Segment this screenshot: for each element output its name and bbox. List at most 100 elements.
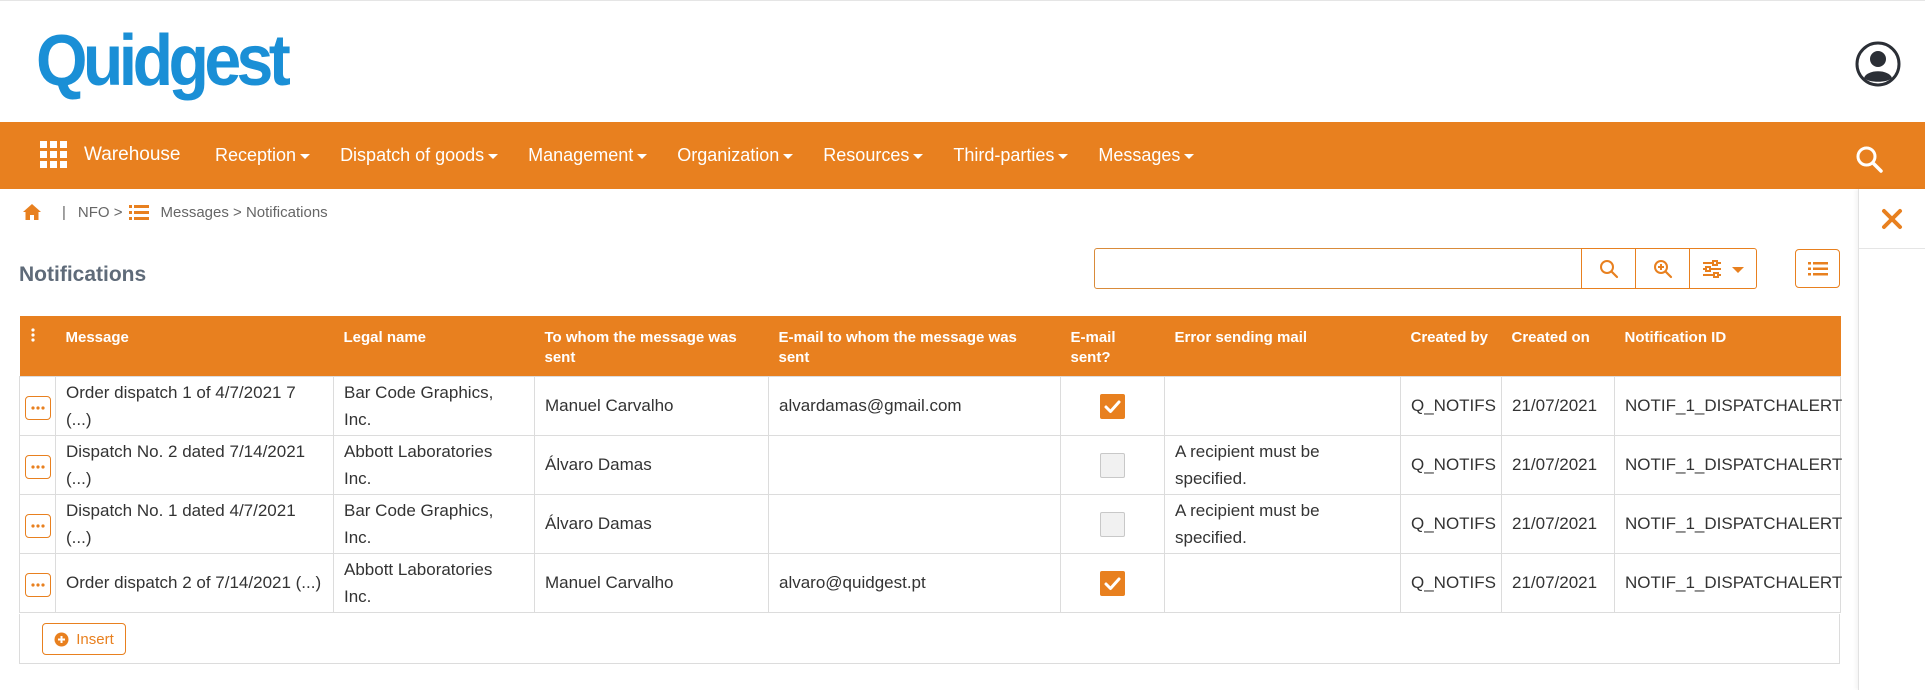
cell-email [768, 493, 1061, 554]
cell-email-sent [1060, 375, 1165, 436]
breadcrumb-module[interactable]: NFO > [78, 204, 123, 221]
cell-legal-name: Abbott Laboratories Inc. [333, 434, 535, 495]
home-icon[interactable] [22, 203, 42, 221]
side-panel [1858, 189, 1925, 690]
sliders-icon [1703, 259, 1721, 278]
cell-message: Order dispatch 1 of 4/7/2021 7 (...) [55, 375, 334, 436]
row-actions-button[interactable] [24, 514, 51, 538]
cell-legal-name: Abbott Laboratories Inc. [333, 552, 535, 613]
nav-item-messages[interactable]: Messages [1098, 145, 1195, 166]
caret-down-icon [1058, 154, 1069, 159]
row-actions-cell [19, 493, 56, 554]
cell-legal-name: Bar Code Graphics, Inc. [333, 375, 535, 436]
row-actions-button[interactable] [24, 455, 51, 479]
cell-to-whom: Manuel Carvalho [534, 552, 769, 613]
breadcrumb-path[interactable]: Messages > Notifications [161, 204, 328, 221]
cell-to-whom: Álvaro Damas [534, 434, 769, 495]
filter-config-button[interactable] [1689, 248, 1757, 289]
check-icon [1104, 577, 1121, 590]
column-header-to-whom[interactable]: To whom the message was sent [534, 316, 769, 376]
row-actions-button[interactable] [24, 396, 51, 420]
column-header-legal-name[interactable]: Legal name [333, 316, 535, 376]
caret-down-icon [300, 154, 311, 159]
advanced-search-button[interactable] [1635, 248, 1690, 289]
cell-email-sent [1060, 434, 1165, 495]
plus-circle-icon [54, 632, 69, 646]
cell-created-on: 21/07/2021 [1501, 493, 1615, 554]
caret-down-icon [637, 154, 648, 159]
cell-email: alvaro@quidgest.pt [768, 552, 1061, 613]
user-avatar-icon[interactable] [1855, 41, 1901, 87]
cell-notification-id: NOTIF_1_DISPATCHALERT [1614, 493, 1842, 554]
list-view-button[interactable] [1795, 249, 1840, 288]
quidgest-logo[interactable]: Quidgest [36, 25, 291, 97]
nav-item-third-parties[interactable]: Third-parties [953, 145, 1069, 166]
table-row[interactable]: Order dispatch 2 of 7/14/2021 (...) Abbot… [19, 552, 1842, 613]
nav-item-organization[interactable]: Organization [677, 145, 794, 166]
nav-item-label: Management [528, 145, 634, 165]
horizontal-dots-icon [30, 583, 45, 587]
cell-error [1164, 552, 1401, 613]
close-panel-button[interactable] [1859, 189, 1925, 249]
column-header-message[interactable]: Message [55, 316, 334, 376]
insert-label: Insert [76, 630, 114, 648]
nav-brand-warehouse[interactable]: Warehouse [84, 144, 180, 166]
cell-message: Dispatch No. 1 dated 4/7/2021 (...) [55, 493, 334, 554]
horizontal-dots-icon [30, 465, 45, 469]
column-menu[interactable] [19, 316, 56, 376]
caret-down-icon [783, 154, 794, 159]
cell-error: A recipient must be specified. [1164, 434, 1401, 495]
cell-message: Order dispatch 2 of 7/14/2021 (...) [55, 552, 334, 613]
search-input[interactable] [1094, 248, 1582, 289]
column-header-email[interactable]: E-mail to whom the message was sent [768, 316, 1061, 376]
checkbox-unchecked [1100, 453, 1125, 478]
list-icon [128, 204, 149, 220]
table-row[interactable]: Order dispatch 1 of 4/7/2021 7 (...) Bar … [19, 375, 1842, 436]
column-header-email-sent[interactable]: E-mail sent? [1060, 316, 1165, 376]
table-row[interactable]: Dispatch No. 1 dated 4/7/2021 (...) Bar C… [19, 493, 1842, 554]
nav-item-label: Resources [823, 145, 910, 165]
nav-item-resources[interactable]: Resources [823, 145, 924, 166]
checkbox-checked [1100, 394, 1125, 419]
row-actions-cell [19, 434, 56, 495]
cell-created-by: Q_NOTIFS [1400, 552, 1502, 613]
cell-legal-name: Bar Code Graphics, Inc. [333, 493, 535, 554]
cell-email-sent [1060, 493, 1165, 554]
caret-down-icon [1184, 154, 1195, 159]
page-title: Notifications [19, 263, 147, 286]
breadcrumb-separator: | [62, 203, 66, 221]
cell-created-by: Q_NOTIFS [1400, 375, 1502, 436]
cell-created-on: 21/07/2021 [1501, 375, 1615, 436]
cell-notification-id: NOTIF_1_DISPATCHALERT [1614, 375, 1842, 436]
horizontal-dots-icon [30, 406, 45, 410]
column-header-error[interactable]: Error sending mail [1164, 316, 1401, 376]
nav-item-dispatch-of-goods[interactable]: Dispatch of goods [340, 145, 499, 166]
caret-down-icon [913, 154, 924, 159]
nav-item-label: Messages [1098, 145, 1181, 165]
row-actions-button[interactable] [24, 573, 51, 597]
cell-created-by: Q_NOTIFS [1400, 493, 1502, 554]
nav-item-label: Dispatch of goods [340, 145, 485, 165]
column-header-notification-id[interactable]: Notification ID [1614, 316, 1841, 376]
column-header-created-by[interactable]: Created by [1400, 316, 1502, 376]
cell-notification-id: NOTIF_1_DISPATCHALERT [1614, 552, 1842, 613]
horizontal-dots-icon [30, 524, 45, 528]
row-actions-cell [19, 552, 56, 613]
search-button[interactable] [1581, 248, 1636, 289]
cell-email [768, 434, 1061, 495]
grid-apps-icon[interactable] [40, 141, 68, 169]
table-row[interactable]: Dispatch No. 2 dated 7/14/2021 (...) Abbo… [19, 434, 1842, 495]
search-icon[interactable] [1855, 145, 1883, 173]
notifications-table: Message Legal name To whom the message w… [19, 316, 1842, 613]
cell-email-sent [1060, 552, 1165, 613]
checkbox-checked [1100, 571, 1125, 596]
insert-button[interactable]: Insert [42, 623, 126, 655]
nav-item-management[interactable]: Management [528, 145, 648, 166]
column-header-created-on[interactable]: Created on [1501, 316, 1615, 376]
nav-item-reception[interactable]: Reception [215, 145, 311, 166]
main-nav: Warehouse Reception Dispatch of goods Ma… [0, 122, 1925, 189]
top-bar: Quidgest [0, 0, 1925, 122]
nav-item-label: Reception [215, 145, 297, 165]
close-icon [1882, 208, 1902, 229]
cell-error [1164, 375, 1401, 436]
